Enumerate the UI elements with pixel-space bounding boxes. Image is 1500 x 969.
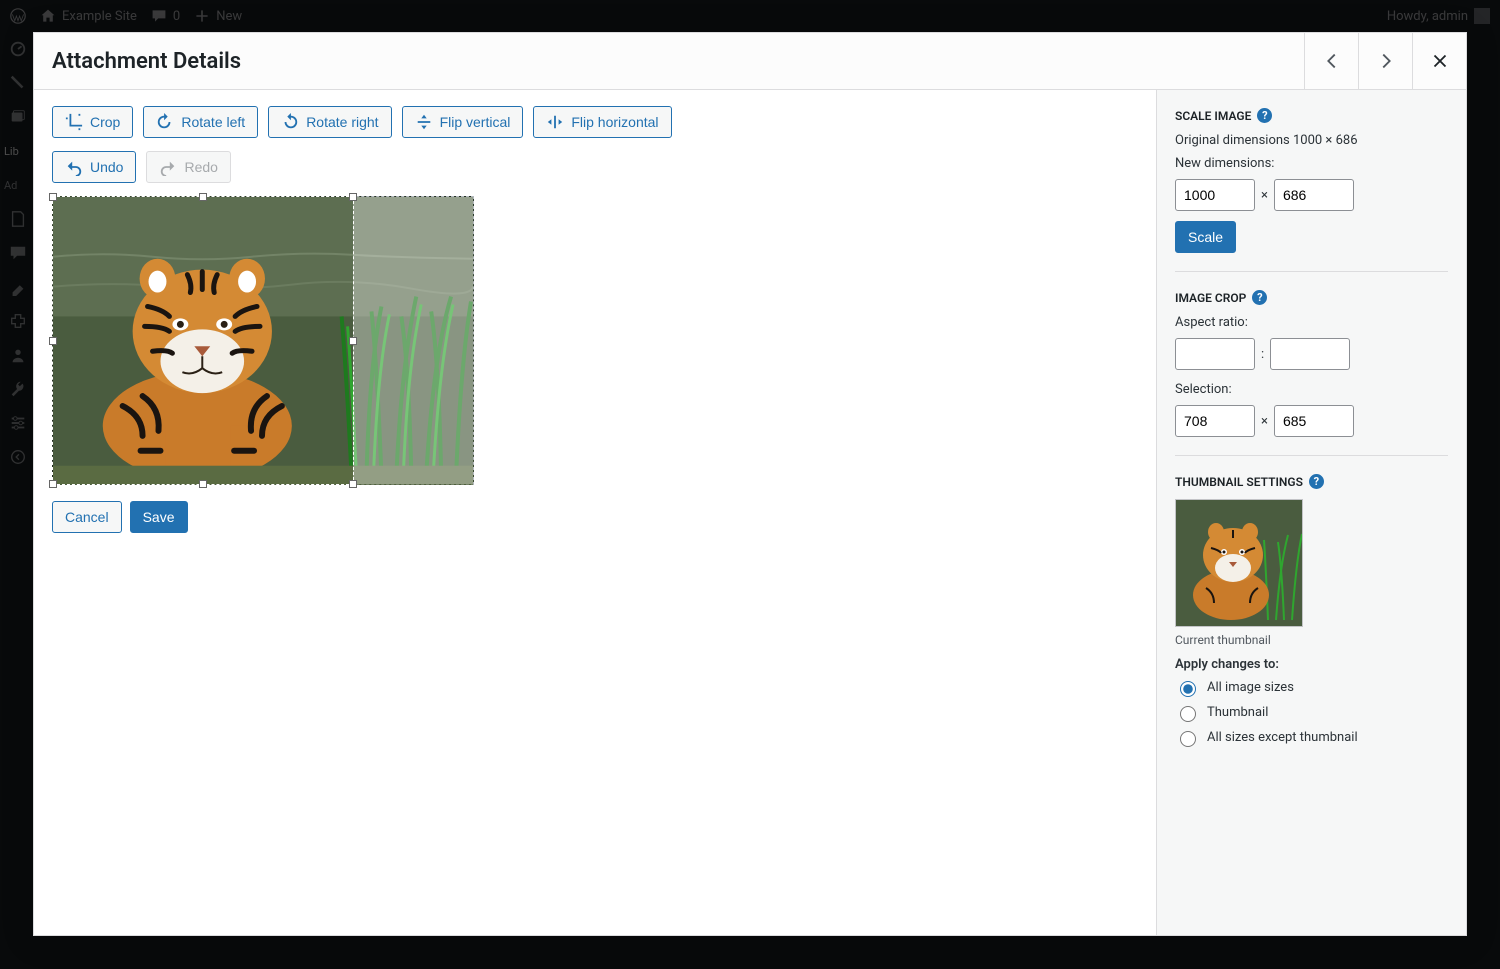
undo-label: Undo: [90, 159, 123, 175]
crop-handle-s[interactable]: [199, 480, 207, 488]
rotate-left-button[interactable]: Rotate left: [143, 106, 258, 138]
crop-button[interactable]: Crop: [52, 106, 133, 138]
crop-handle-w[interactable]: [49, 337, 57, 345]
rotate-left-label: Rotate left: [181, 114, 245, 130]
crop-label: Crop: [90, 114, 120, 130]
prev-button[interactable]: [1304, 33, 1358, 89]
save-button[interactable]: Save: [130, 501, 188, 533]
image-edit-toolbar: Crop Rotate left Rotate right Flip verti…: [52, 106, 1138, 138]
crop-handle-ne[interactable]: [349, 193, 357, 201]
thumbnail-settings-section: Thumbnail Settings?: [1175, 474, 1448, 771]
radio-thumbnail[interactable]: Thumbnail: [1175, 703, 1448, 722]
crop-handle-se[interactable]: [349, 480, 357, 488]
rotate-right-button[interactable]: Rotate right: [268, 106, 391, 138]
radio-all-input[interactable]: [1180, 681, 1196, 697]
scale-btn-label: Scale: [1188, 229, 1223, 245]
flip-h-label: Flip horizontal: [571, 114, 658, 130]
scale-title: Scale Image: [1175, 109, 1251, 123]
radio-except-thumbnail[interactable]: All sizes except thumbnail: [1175, 728, 1448, 747]
selection-width-input[interactable]: [1175, 405, 1255, 437]
thumbnail-caption: Current thumbnail: [1175, 633, 1448, 647]
modal-header: Attachment Details: [34, 33, 1466, 90]
selection-height-input[interactable]: [1274, 405, 1354, 437]
history-toolbar: Undo Redo: [52, 151, 1138, 183]
help-icon[interactable]: ?: [1252, 290, 1267, 305]
original-dimensions-label: Original dimensions 1000 × 686: [1175, 133, 1448, 148]
help-icon[interactable]: ?: [1257, 108, 1272, 123]
new-dimensions-label: New dimensions:: [1175, 156, 1448, 171]
editor-pane: Crop Rotate left Rotate right Flip verti…: [34, 90, 1156, 935]
save-label: Save: [143, 509, 175, 525]
flip-vertical-button[interactable]: Flip vertical: [402, 106, 524, 138]
radio-thumb-label: Thumbnail: [1207, 705, 1268, 720]
redo-label: Redo: [184, 159, 217, 175]
colon-symbol: :: [1261, 347, 1264, 362]
help-icon[interactable]: ?: [1309, 474, 1324, 489]
undo-button[interactable]: Undo: [52, 151, 136, 183]
settings-sidebar: Scale Image? Original dimensions 1000 × …: [1156, 90, 1466, 935]
radio-all-sizes[interactable]: All image sizes: [1175, 678, 1448, 697]
flip-horizontal-button[interactable]: Flip horizontal: [533, 106, 671, 138]
radio-except-input[interactable]: [1180, 731, 1196, 747]
attachment-details-modal: Attachment Details Crop Rotate left Rota…: [33, 32, 1467, 936]
crop-handle-e[interactable]: [349, 337, 357, 345]
cancel-button[interactable]: Cancel: [52, 501, 122, 533]
selection-label: Selection:: [1175, 382, 1448, 397]
next-button[interactable]: [1358, 33, 1412, 89]
thumbnail-preview: [1175, 499, 1303, 627]
times-symbol: ×: [1261, 188, 1268, 203]
scale-image-section: Scale Image? Original dimensions 1000 × …: [1175, 108, 1448, 272]
aspect-height-input[interactable]: [1270, 338, 1350, 370]
close-button[interactable]: [1412, 33, 1466, 89]
scale-button[interactable]: Scale: [1175, 221, 1236, 253]
modal-title: Attachment Details: [34, 49, 259, 74]
rotate-right-label: Rotate right: [306, 114, 378, 130]
scale-width-input[interactable]: [1175, 179, 1255, 211]
crop-title: Image Crop: [1175, 291, 1246, 305]
image-crop-section: Image Crop? Aspect ratio: : Selection: ×: [1175, 290, 1448, 456]
apply-changes-label: Apply changes to:: [1175, 657, 1448, 672]
crop-shade: [353, 197, 473, 484]
aspect-width-input[interactable]: [1175, 338, 1255, 370]
redo-button: Redo: [146, 151, 230, 183]
flip-v-label: Flip vertical: [440, 114, 511, 130]
aspect-ratio-label: Aspect ratio:: [1175, 315, 1448, 330]
scale-height-input[interactable]: [1274, 179, 1354, 211]
times-symbol: ×: [1261, 414, 1268, 429]
radio-all-label: All image sizes: [1207, 680, 1294, 695]
cancel-label: Cancel: [65, 509, 109, 525]
image-crop-area[interactable]: [52, 196, 474, 485]
crop-selection-box[interactable]: [53, 197, 353, 484]
crop-handle-n[interactable]: [199, 193, 207, 201]
radio-except-label: All sizes except thumbnail: [1207, 730, 1358, 745]
crop-handle-sw[interactable]: [49, 480, 57, 488]
thumb-title: Thumbnail Settings: [1175, 475, 1303, 489]
crop-handle-nw[interactable]: [49, 193, 57, 201]
radio-thumb-input[interactable]: [1180, 706, 1196, 722]
